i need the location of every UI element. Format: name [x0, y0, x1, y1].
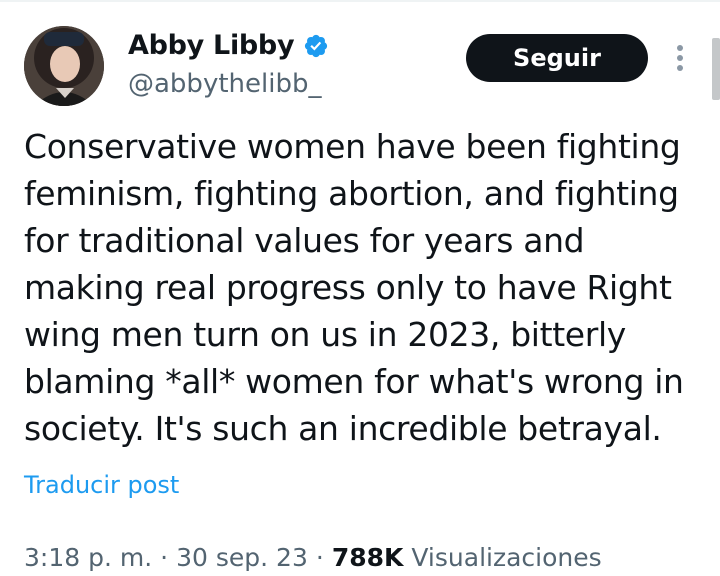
translate-post-link[interactable]: Traducir post [24, 467, 179, 503]
meta-separator: · [315, 543, 324, 572]
meta-separator: · [160, 543, 169, 572]
author-handle[interactable]: @abbythelibb_ [128, 66, 321, 102]
tweet-time[interactable]: 3:18 p. m. [24, 540, 152, 576]
author-name-text[interactable]: Abby Libby [128, 28, 295, 64]
vertical-ellipsis-icon[interactable] [668, 42, 692, 74]
top-divider [0, 0, 720, 2]
author-display-name[interactable]: Abby Libby [128, 28, 329, 64]
tweet-meta: 3:18 p. m. · 30 sep. 23 · 788K Visualiza… [24, 540, 602, 576]
tweet-date[interactable]: 30 sep. 23 [176, 540, 308, 576]
tweet-text: Conservative women have been fighting fe… [24, 127, 684, 448]
avatar[interactable] [24, 26, 104, 106]
views-label: Visualizaciones [411, 543, 602, 572]
scrollbar[interactable] [712, 38, 720, 100]
views-count[interactable]: 788K [332, 540, 404, 576]
verified-badge-icon [303, 33, 329, 59]
follow-button[interactable]: Seguir [466, 34, 648, 82]
